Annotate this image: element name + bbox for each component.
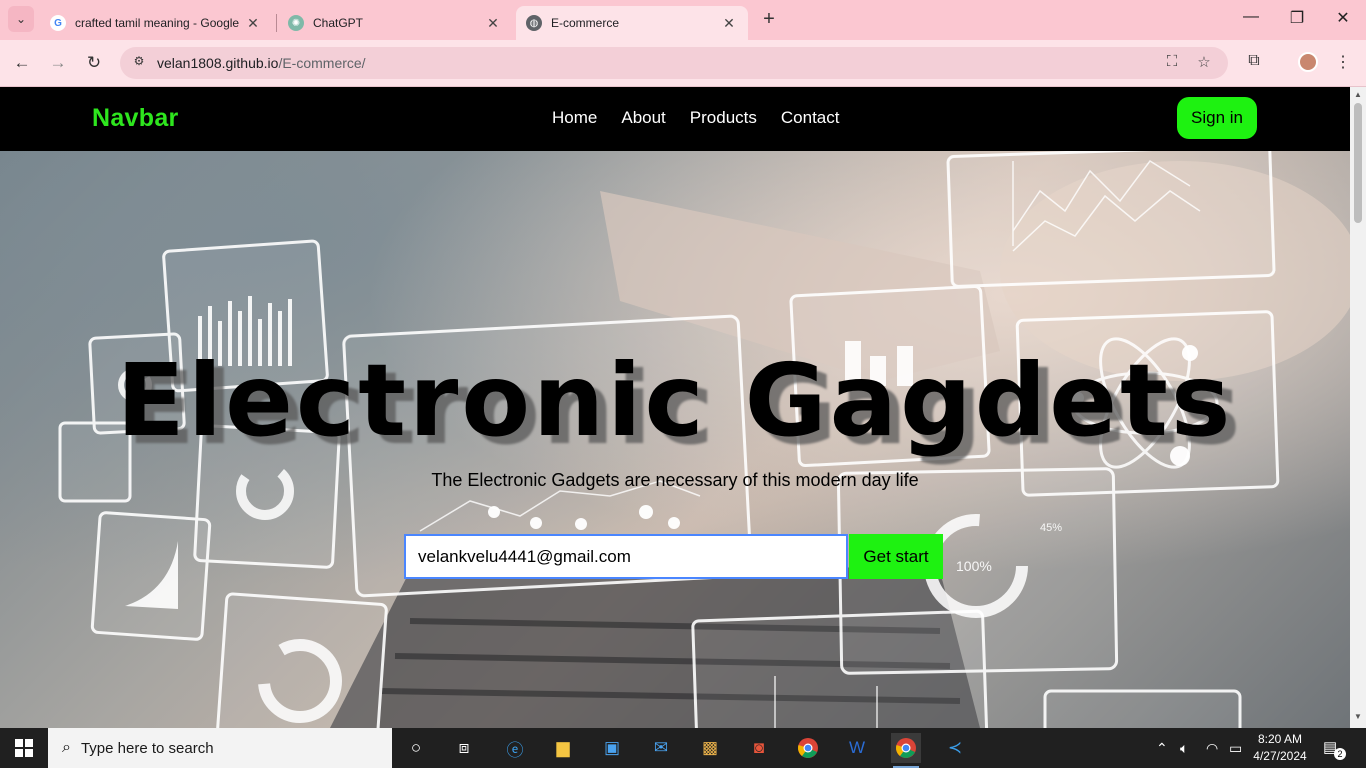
web-page: Navbar Home About Products Contact Sign … <box>0 87 1350 728</box>
package-icon[interactable]: ▩ <box>695 733 725 763</box>
tab-title: E-commerce <box>551 16 620 30</box>
page-scrollbar[interactable]: ▲ ▼ <box>1350 87 1366 728</box>
nav-link-contact[interactable]: Contact <box>773 108 840 128</box>
close-icon[interactable]: ✕ <box>244 15 262 32</box>
cortana-icon[interactable]: ○ <box>401 733 431 763</box>
browser-tab-strip: ⌄ G crafted tamil meaning - Google ✕ ✺ C… <box>0 0 1366 40</box>
tab-search-button[interactable]: ⌄ <box>8 6 34 32</box>
tab-ecommerce[interactable]: ◍ E-commerce ✕ <box>516 6 748 40</box>
word-icon[interactable]: W <box>842 733 872 763</box>
close-icon[interactable]: ✕ <box>720 15 738 32</box>
chrome-icon[interactable] <box>793 733 823 763</box>
window-close-icon[interactable]: ✕ <box>1320 8 1366 28</box>
task-view-icon[interactable]: ⧈ <box>449 733 479 763</box>
search-placeholder: Type here to search <box>80 739 214 757</box>
url-host: velan1808.github.io <box>157 55 279 71</box>
back-arrow-icon[interactable]: ← <box>11 52 33 74</box>
windows-taskbar: ⌕ Type here to search ○ ⧈ ⓔ ▆ ▣ ✉ ▩ ◙ W … <box>0 728 1366 768</box>
notification-badge: 2 <box>1334 748 1346 760</box>
restore-icon[interactable]: ❐ <box>1274 8 1320 28</box>
site-menu: Home About Products Contact <box>544 108 839 128</box>
volume-icon[interactable]: 🔈︎ <box>1180 728 1188 768</box>
site-settings-icon[interactable]: ⚙ <box>130 54 148 72</box>
edge-icon[interactable]: ⓔ <box>500 733 530 763</box>
close-icon[interactable]: ✕ <box>484 15 502 32</box>
file-explorer-icon[interactable]: ▆ <box>548 733 578 763</box>
mail-icon[interactable]: ✉ <box>646 733 676 763</box>
site-brand[interactable]: Navbar <box>92 104 179 133</box>
chatgpt-icon: ✺ <box>288 15 304 31</box>
tab-chatgpt[interactable]: ✺ ChatGPT ✕ <box>278 6 512 40</box>
hero-section: 45% 100% Electronic Gagdets The Electron… <box>0 151 1350 728</box>
tray-chevron-icon[interactable]: ⌃ <box>1156 728 1168 768</box>
overlay-label-45: 45% <box>1040 522 1062 534</box>
google-icon: G <box>50 15 66 31</box>
store-icon[interactable]: ▣ <box>597 733 627 763</box>
notification-icon[interactable]: ▤ 2 <box>1323 738 1346 760</box>
vscode-icon[interactable]: ≺ <box>940 733 970 763</box>
scroll-up-icon[interactable]: ▲ <box>1350 90 1366 104</box>
nav-link-products[interactable]: Products <box>682 108 757 128</box>
chevron-down-icon: ⌄ <box>15 12 27 26</box>
new-tab-button[interactable]: + <box>758 9 780 31</box>
email-field[interactable] <box>404 534 848 579</box>
hero-subtitle: The Electronic Gadgets are necessary of … <box>431 470 919 490</box>
globe-icon: ◍ <box>526 15 542 31</box>
clock-time: 8:20 AM <box>1257 732 1303 746</box>
wifi-icon[interactable]: ◠ <box>1206 728 1218 768</box>
url-text[interactable]: velan1808.github.io/E-commerce/ <box>157 55 366 71</box>
nav-link-about[interactable]: About <box>613 108 665 128</box>
scroll-down-icon[interactable]: ▼ <box>1350 712 1366 726</box>
extensions-icon[interactable]: ⧉ <box>1243 52 1265 74</box>
chrome-logo <box>896 738 916 758</box>
windows-start-button[interactable] <box>0 728 48 768</box>
menu-kebab-icon[interactable]: ⋮ <box>1332 52 1354 74</box>
tab-divider <box>276 14 277 32</box>
browser-toolbar: ← → ↻ ⚙ velan1808.github.io/E-commerce/ … <box>0 40 1366 87</box>
reload-icon[interactable]: ↻ <box>83 52 105 74</box>
scroll-thumb[interactable] <box>1354 103 1362 223</box>
chrome-active-icon[interactable] <box>891 733 921 768</box>
minimize-icon[interactable]: — <box>1228 8 1274 26</box>
chrome-logo <box>798 738 818 758</box>
tab-title: ChatGPT <box>313 16 364 30</box>
windows-logo-icon <box>15 739 33 757</box>
taskbar-clock[interactable]: 8:20 AM 4/27/2024 <box>1250 731 1310 765</box>
taskbar-search[interactable]: ⌕ Type here to search <box>48 728 392 768</box>
tab-title: crafted tamil meaning - Google <box>75 16 240 30</box>
clock-date: 4/27/2024 <box>1253 749 1307 763</box>
forward-arrow-icon[interactable]: → <box>47 52 69 74</box>
profile-avatar[interactable] <box>1298 52 1318 72</box>
office-icon[interactable]: ◙ <box>744 733 774 763</box>
bookmark-star-icon[interactable]: ☆ <box>1194 53 1214 73</box>
translate-icon[interactable]: ⛶ <box>1162 53 1182 73</box>
address-bar[interactable]: ⚙ velan1808.github.io/E-commerce/ ⛶ ☆ <box>120 47 1228 79</box>
search-icon: ⌕ <box>62 739 71 756</box>
tab-google[interactable]: G crafted tamil meaning - Google ✕ <box>40 6 272 40</box>
sign-in-button[interactable]: Sign in <box>1177 97 1257 139</box>
hero-title: Electronic Gagdets <box>116 342 1234 459</box>
get-start-button[interactable]: Get start <box>849 534 943 579</box>
site-navbar: Navbar Home About Products Contact Sign … <box>0 87 1350 151</box>
nav-link-home[interactable]: Home <box>544 108 597 128</box>
overlay-label-100: 100% <box>956 558 992 574</box>
url-path: /E-commerce/ <box>278 55 366 71</box>
battery-icon[interactable]: ▭ <box>1229 728 1242 768</box>
